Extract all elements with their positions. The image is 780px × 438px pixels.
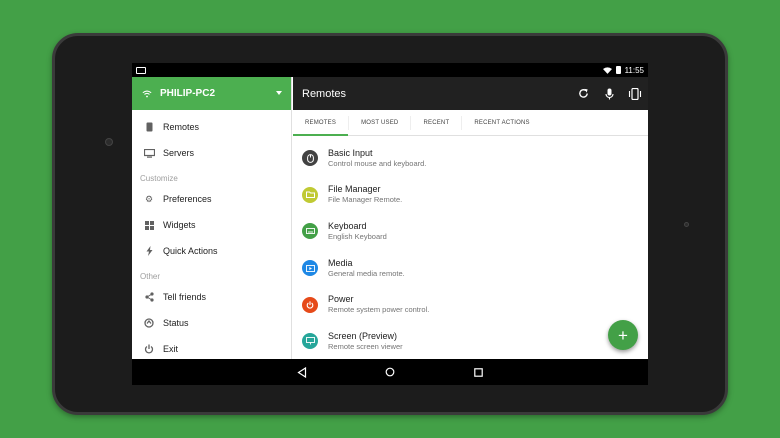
status-icon [143,317,155,329]
list-item[interactable]: Keyboard English Keyboard [293,213,648,250]
section-customize: Customize [140,174,178,183]
folder-icon [302,186,318,203]
remote-name: Basic Input [328,147,373,158]
remote-name: Power [328,294,354,305]
tab-bar: REMOTES MOST USED RECENT RECENT ACTIONS [293,110,648,136]
remote-desc: English Keyboard [328,231,387,241]
tab-most-used[interactable]: MOST USED [348,116,410,130]
remote-desc: Control mouse and keyboard. [328,158,427,168]
status-time: 11:55 [624,65,644,75]
main-content: Remotes REMOTES MOST USED RECENT RECENT … [293,77,648,359]
share-icon [143,291,155,303]
drawer-item-label: Tell friends [163,292,207,302]
drawer-item-label: Status [163,318,189,328]
list-item[interactable]: File Manager File Manager Remote. [293,177,648,214]
drawer-item-servers[interactable]: Servers [132,140,291,166]
drawer-item-preferences[interactable]: ⚙ Preferences [132,186,291,212]
back-icon[interactable] [295,365,309,379]
navigation-drawer: PHILIP-PC2 Remotes Servers Customize ⚙ P… [132,77,292,359]
screen-icon [302,333,318,350]
tab-recent[interactable]: RECENT [410,116,461,130]
microphone-icon[interactable] [602,87,616,101]
keyboard-icon [302,223,318,240]
drawer-item-label: Servers [163,148,195,158]
vibrate-icon[interactable] [628,87,642,101]
drawer-item-label: Exit [163,344,179,354]
remotes-list: Basic Input Control mouse and keyboard. F… [293,136,648,360]
play-icon [302,260,318,277]
list-item[interactable]: Media General media remote. [293,250,648,287]
monitor-icon [143,147,155,159]
power-icon [143,343,155,355]
page-title: Remotes [302,87,347,100]
dropdown-caret-icon[interactable] [276,91,282,95]
app-bar: Remotes [293,77,648,110]
remote-desc: General media remote. [328,268,405,278]
mouse-icon [302,150,318,167]
drawer-item-remotes[interactable]: Remotes [132,114,291,140]
drawer-item-status[interactable]: Status [132,310,291,336]
sensor-dot [684,222,689,227]
remote-name: Media [328,257,353,268]
wifi-icon [602,66,612,74]
drawer-item-quick-actions[interactable]: Quick Actions [132,238,291,264]
tab-remotes[interactable]: REMOTES [293,110,349,136]
phone-icon [143,121,155,133]
recents-icon[interactable] [471,365,485,379]
list-item[interactable]: Screen (Preview) Remote screen viewer [293,323,648,360]
drawer-item-label: Widgets [163,220,196,230]
drawer-item-tell-friends[interactable]: Tell friends [132,284,291,310]
drawer-item-label: Preferences [163,194,212,204]
grid-icon [143,219,155,231]
server-name: PHILIP-PC2 [160,88,216,99]
remote-name: File Manager [328,184,381,195]
remote-desc: File Manager Remote. [328,195,403,205]
section-other: Other [140,272,161,281]
refresh-icon[interactable] [576,87,590,101]
remote-name: Keyboard [328,220,367,231]
remote-desc: Remote system power control. [328,305,430,315]
list-item[interactable]: Basic Input Control mouse and keyboard. [293,140,648,177]
drawer-item-widgets[interactable]: Widgets [132,212,291,238]
camera-dot [105,138,113,146]
window-icon [136,66,146,74]
wifi-icon [142,90,152,97]
server-selector[interactable]: PHILIP-PC2 [132,77,291,110]
add-remote-button[interactable]: + [608,320,638,350]
power-icon [302,296,318,313]
drawer-item-label: Quick Actions [163,246,218,256]
battery-icon [615,66,621,74]
remote-name: Screen (Preview) [328,330,398,341]
remote-desc: Remote screen viewer [328,341,403,351]
drawer-item-label: Remotes [163,122,200,132]
device-screen: 11:55 PHILIP-PC2 Remotes Servers Customi… [132,63,648,385]
status-bar: 11:55 [132,63,648,77]
home-icon[interactable] [383,365,397,379]
gear-icon: ⚙ [144,193,154,204]
system-nav-bar [132,359,648,385]
list-item[interactable]: Power Remote system power control. [293,286,648,323]
tab-recent-actions[interactable]: RECENT ACTIONS [461,116,541,130]
lightning-icon [143,245,155,257]
